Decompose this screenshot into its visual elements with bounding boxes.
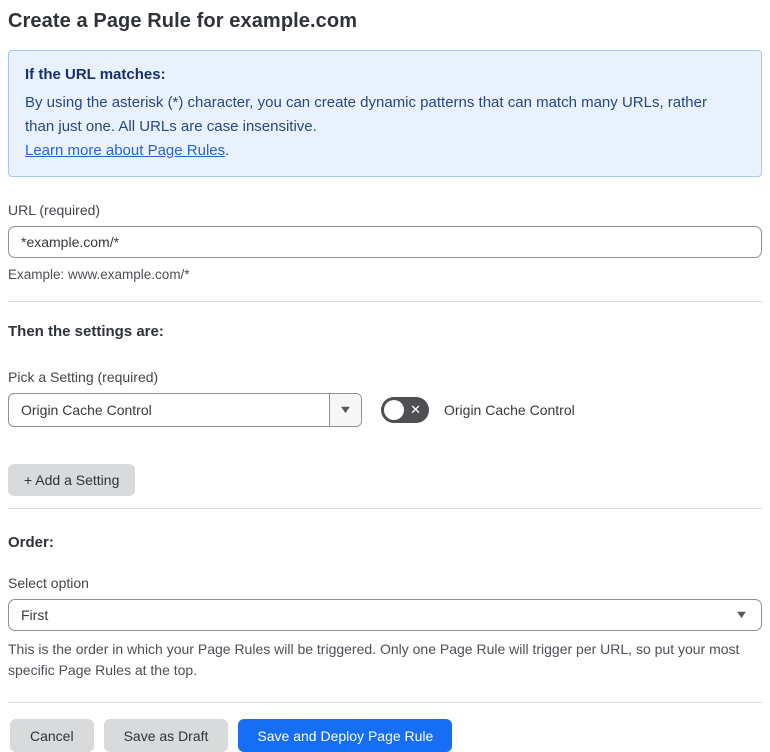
order-select-value: First [21, 607, 49, 623]
url-input[interactable] [8, 226, 762, 258]
setting-select-value: Origin Cache Control [21, 402, 152, 418]
setting-select-caret-button[interactable]: ▼ [329, 394, 361, 426]
info-box-heading: If the URL matches: [25, 66, 166, 83]
caret-down-icon: ▼ [338, 403, 353, 416]
setting-select[interactable]: Origin Cache Control ▼ [8, 393, 362, 427]
divider [8, 508, 762, 509]
close-icon: ✕ [410, 402, 421, 418]
order-heading: Order: [8, 534, 54, 551]
url-match-info-box: If the URL matches: By using the asteris… [8, 50, 762, 177]
url-example-text: Example: www.example.com/* [8, 267, 190, 282]
add-setting-button[interactable]: + Add a Setting [8, 464, 136, 496]
settings-heading: Then the settings are: [8, 323, 164, 340]
divider [8, 301, 762, 302]
footer-actions: Cancel Save as Draft Save and Deploy Pag… [8, 719, 762, 752]
save-deploy-button[interactable]: Save and Deploy Page Rule [238, 719, 453, 752]
toggle-knob [384, 400, 404, 420]
caret-down-icon: ▼ [734, 608, 749, 621]
setting-toggle-label: Origin Cache Control [444, 402, 575, 418]
url-label: URL (required) [8, 202, 101, 218]
learn-more-link[interactable]: Learn more about Page Rules [25, 142, 225, 159]
origin-cache-control-toggle[interactable]: ✕ [381, 397, 429, 423]
cancel-button[interactable]: Cancel [10, 719, 94, 752]
pick-setting-label: Pick a Setting (required) [8, 369, 159, 385]
link-period: . [225, 142, 230, 159]
page-rule-form: Create a Page Rule for example.com If th… [0, 0, 770, 752]
order-help-text: This is the order in which your Page Rul… [8, 641, 740, 678]
setting-row: Origin Cache Control ▼ ✕ Origin Cache Co… [8, 393, 762, 427]
divider [8, 702, 762, 703]
order-select[interactable]: First ▼ [8, 599, 762, 631]
save-draft-button[interactable]: Save as Draft [103, 719, 229, 752]
order-select-label: Select option [8, 575, 89, 591]
page-title: Create a Page Rule for example.com [8, 10, 358, 32]
info-box-link-row: Learn more about Page Rules. [25, 139, 745, 163]
info-box-body: By using the asterisk (*) character, you… [25, 94, 707, 135]
